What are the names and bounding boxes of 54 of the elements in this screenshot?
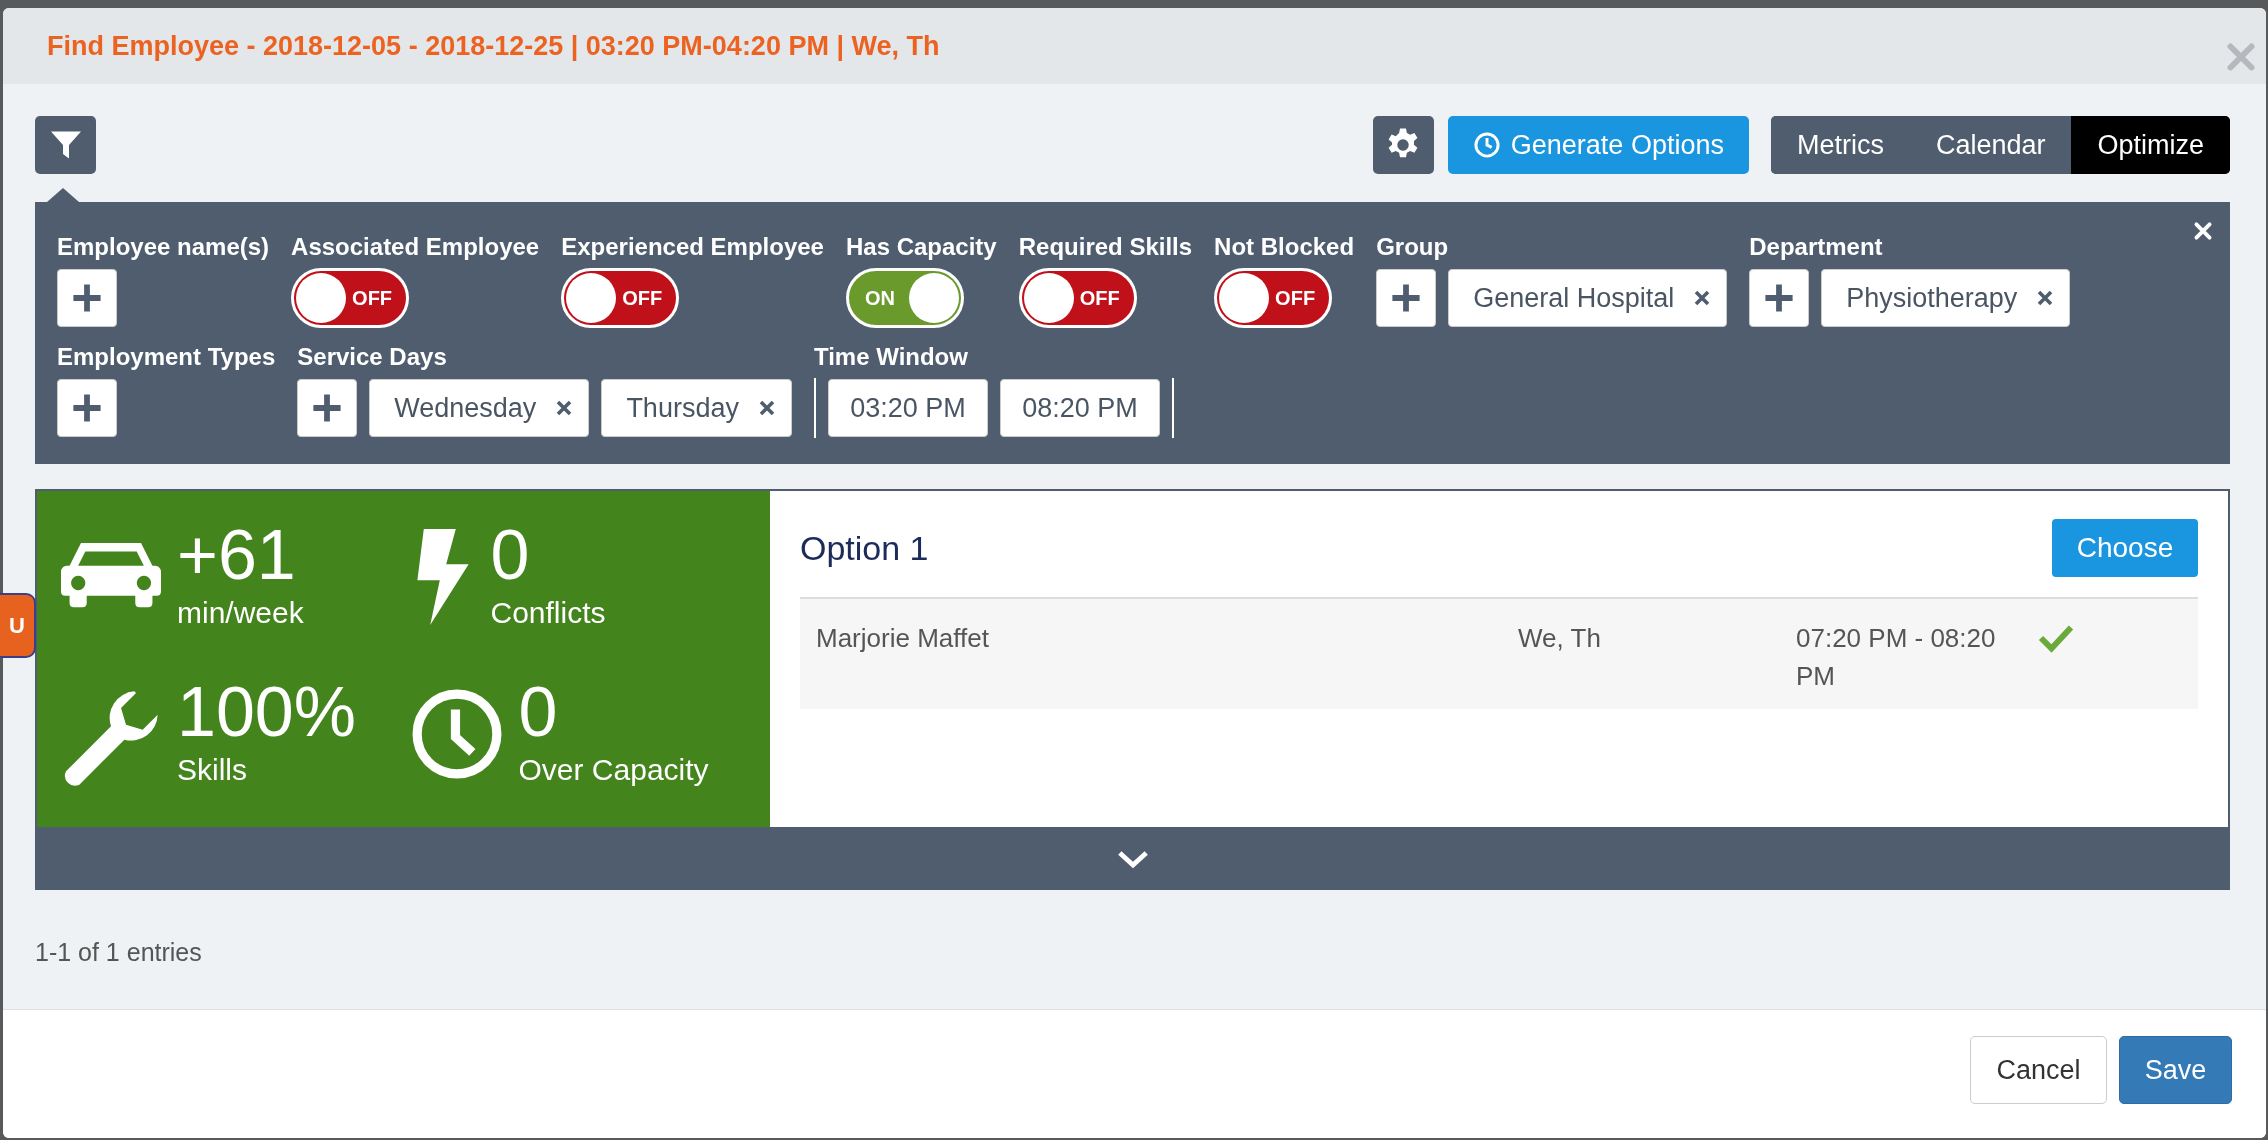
cancel-button[interactable]: Cancel — [1970, 1036, 2107, 1104]
time-field[interactable]: 03:20 PM — [827, 379, 988, 437]
filter-label: Employee name(s) — [57, 232, 270, 262]
plus-icon — [70, 281, 104, 315]
window-title: Find Employee - 2018-12-05 - 2018-12-25 | 03:20 PM-04:20 PM | We, Th — [47, 30, 940, 62]
clock-icon — [410, 688, 503, 780]
toggle-switch[interactable]: ON — [845, 268, 964, 328]
settings-button[interactable] — [1372, 116, 1434, 174]
view-tab[interactable]: Optimize — [2071, 116, 2230, 174]
time-field[interactable]: 08:20 PM — [999, 379, 1160, 437]
filter-label: Service Days — [297, 342, 448, 372]
toggle-switch[interactable]: OFF — [1214, 268, 1333, 328]
chip-label: General Hospital — [1473, 282, 1675, 314]
add-button[interactable] — [57, 379, 117, 437]
metric-label: min/week — [177, 595, 304, 631]
toggle-switch[interactable]: OFF — [561, 268, 680, 328]
option-title: Option 1 — [800, 528, 929, 568]
filter-button[interactable] — [35, 116, 96, 174]
service-days: We, Th — [1518, 619, 1796, 657]
filter-label: Required Skills — [1018, 232, 1193, 262]
entries-count: 1-1 of 1 entries — [35, 938, 203, 967]
metric-label: Conflicts — [490, 595, 606, 631]
add-button[interactable] — [1376, 269, 1437, 327]
chip-label: Wednesday — [394, 392, 537, 424]
chip-label: Thursday — [626, 392, 739, 424]
metric-value: 0 — [518, 674, 559, 750]
toggle-switch[interactable]: OFF — [291, 268, 410, 328]
metric-value: 100% — [177, 674, 357, 750]
close-icon[interactable] — [2192, 220, 2214, 242]
generate-options-button[interactable]: Generate Options — [1447, 116, 1749, 174]
filter-label: Has Capacity — [845, 232, 997, 262]
save-button[interactable]: Save — [2119, 1036, 2232, 1104]
filter-label: Group — [1376, 232, 1450, 262]
filter-label: Associated Employee — [291, 232, 540, 262]
chip-label: Physiotherapy — [1846, 282, 2018, 314]
add-button[interactable] — [297, 379, 358, 437]
metric-value: 0 — [490, 517, 531, 593]
choose-button[interactable]: Choose — [2052, 519, 2198, 577]
clock-icon — [1472, 131, 1501, 159]
toggle-switch[interactable]: OFF — [1018, 268, 1137, 328]
metric-label: Over Capacity — [518, 752, 709, 788]
plus-icon — [70, 391, 104, 425]
filter-label: Experienced Employee — [561, 232, 824, 262]
metric-value: +61 — [177, 517, 297, 593]
metric-label: Skills — [177, 752, 248, 788]
time-range: 07:20 PM - 08:20 PM — [1796, 622, 1997, 693]
user-badge[interactable]: U — [0, 593, 36, 658]
filter-label: Not Blocked — [1214, 232, 1355, 262]
employee-name: Marjorie Maffet — [816, 622, 990, 655]
add-button[interactable] — [1749, 269, 1810, 327]
filter-label: Employment Types — [57, 342, 276, 372]
add-button[interactable] — [57, 269, 117, 327]
filter-label: Time Window — [813, 342, 969, 372]
filter-label: Department — [1749, 232, 1884, 262]
